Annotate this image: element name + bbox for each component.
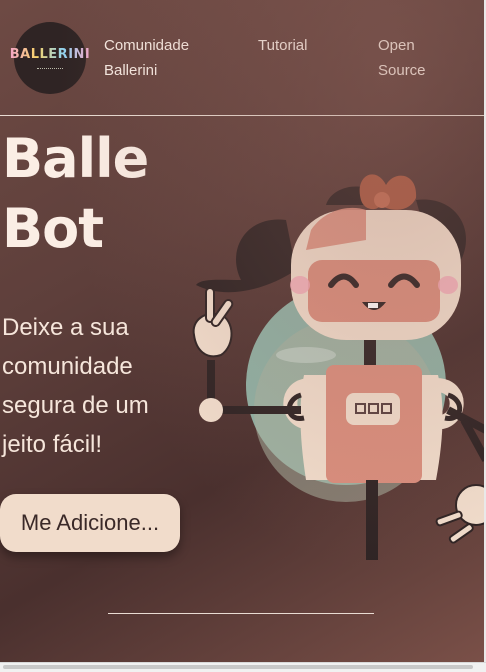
hero-subtitle: Deixe a sua comunidade segura de um jeit… — [2, 314, 149, 458]
finger-icon — [205, 287, 215, 323]
add-bot-button[interactable]: Me Adicione... — [0, 494, 180, 552]
finger-icon — [435, 510, 463, 527]
elbow-joint — [199, 398, 223, 422]
cheek-left — [290, 276, 310, 294]
robot-leg — [366, 480, 378, 560]
logo-underline-icon — [37, 64, 63, 69]
horizontal-scrollbar[interactable] — [0, 662, 486, 672]
section-divider — [108, 613, 374, 614]
hair-left — [196, 219, 296, 293]
page-background: BALLERINI Comunidade Ballerini Tutorial … — [0, 0, 484, 663]
nav-link-tutorial[interactable]: Tutorial — [258, 33, 307, 58]
cloud-icon — [276, 347, 336, 363]
robot-illustration — [192, 174, 484, 560]
bow-knot-icon — [374, 192, 390, 208]
finger-icon — [448, 523, 474, 544]
nav-link-comunidade[interactable]: Comunidade Ballerini — [104, 33, 224, 83]
tooth-icon — [368, 303, 378, 308]
nav-link-open-source[interactable]: Open Source — [378, 33, 438, 83]
logo-text: BALLERINI — [9, 47, 91, 62]
header-divider — [0, 115, 484, 116]
robot-face-screen — [308, 260, 440, 322]
hero-title: Balle Bot — [2, 127, 149, 260]
horizontal-scrollbar-thumb[interactable] — [3, 665, 473, 669]
logo[interactable]: BALLERINI — [10, 22, 90, 94]
cheek-right — [438, 276, 458, 294]
